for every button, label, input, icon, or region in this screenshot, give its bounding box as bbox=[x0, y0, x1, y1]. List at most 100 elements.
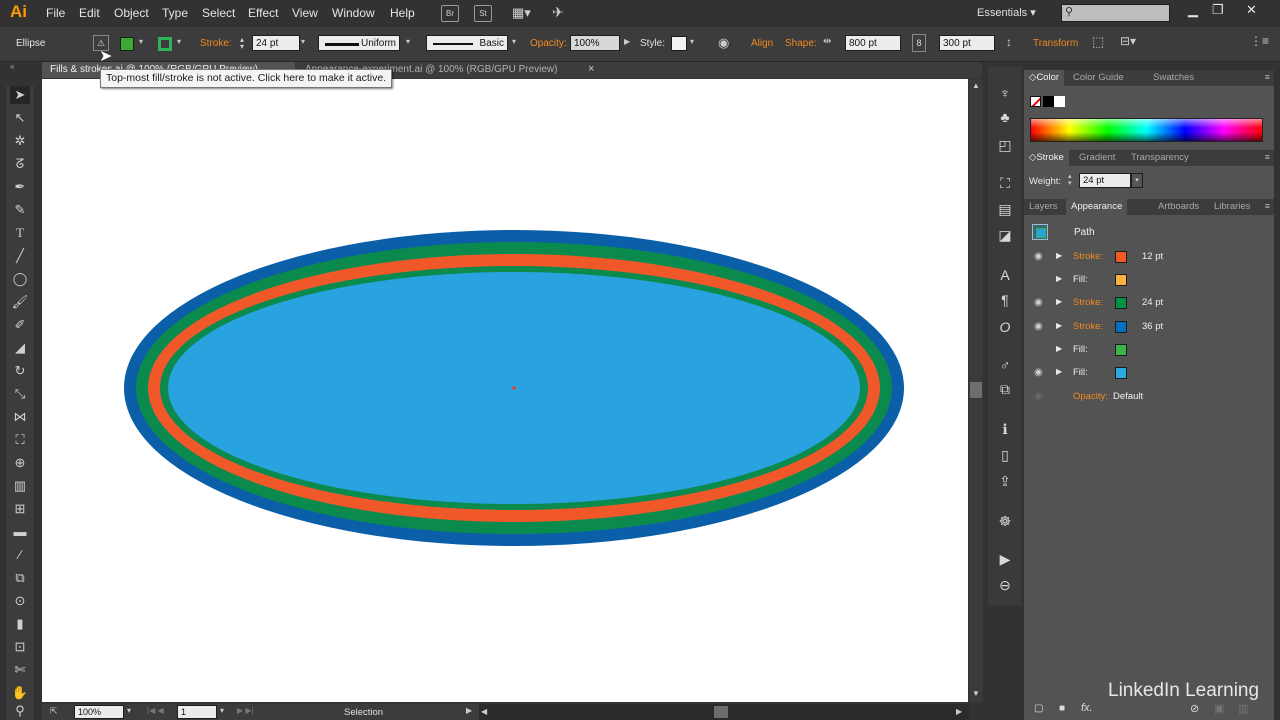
appearance-row-stroke-24[interactable]: ◉ ▶ Stroke: 24 pt bbox=[1024, 292, 1274, 314]
brushes-panel-icon[interactable]: ♆ bbox=[996, 84, 1014, 102]
artboard-number-field[interactable]: 1 bbox=[177, 705, 217, 719]
minimize-icon[interactable]: ▁ bbox=[1188, 2, 1198, 18]
add-new-fill-icon[interactable]: ■ bbox=[1059, 703, 1065, 714]
style-dropdown-icon[interactable]: ▾ bbox=[690, 37, 694, 46]
links-panel-icon[interactable]: ⧉ bbox=[996, 380, 1014, 398]
none-swatch[interactable] bbox=[1030, 96, 1041, 107]
align-link[interactable]: Align bbox=[751, 38, 773, 49]
variable-width-profile[interactable]: Uniform bbox=[318, 35, 400, 51]
gpu-performance-icon[interactable]: ✈ bbox=[552, 4, 564, 21]
shape-builder-tool-icon[interactable]: ⊕ bbox=[10, 454, 30, 472]
toolbar-collapse-icon[interactable]: « bbox=[10, 62, 14, 71]
align-options-icon[interactable]: ⊟▾ bbox=[1120, 34, 1136, 48]
pen-tool-icon[interactable]: ✒ bbox=[10, 178, 30, 196]
attribute-label[interactable]: Stroke: bbox=[1073, 297, 1103, 308]
weight-dropdown-icon[interactable]: ▾ bbox=[1131, 173, 1143, 188]
line-tool-icon[interactable]: ╱ bbox=[10, 247, 30, 265]
menu-select[interactable]: Select bbox=[202, 6, 235, 20]
status-menu-icon[interactable]: ▶ bbox=[466, 706, 472, 715]
attribute-label[interactable]: Fill: bbox=[1073, 344, 1088, 355]
expand-triangle-icon[interactable]: ▶ bbox=[1056, 274, 1062, 283]
attribute-value[interactable]: 24 pt bbox=[1142, 297, 1163, 308]
visibility-eye-icon[interactable]: ◉ bbox=[1034, 321, 1043, 332]
expand-triangle-icon[interactable]: ▶ bbox=[1056, 321, 1062, 330]
shape-width-field[interactable]: 800 pt bbox=[845, 35, 901, 51]
type-tool-icon[interactable]: T bbox=[10, 224, 30, 242]
eraser-tool-icon[interactable]: ◢ bbox=[10, 339, 30, 357]
control-menu-icon[interactable]: ⋮≡ bbox=[1250, 34, 1269, 48]
opacity-arrow-icon[interactable]: ▶ bbox=[624, 37, 630, 46]
navigator-panel-icon[interactable]: ☸ bbox=[996, 512, 1014, 530]
search-input[interactable]: ⚲ bbox=[1061, 4, 1170, 22]
attribute-value[interactable]: 12 pt bbox=[1142, 251, 1163, 262]
close-tab-icon[interactable]: × bbox=[588, 63, 594, 75]
scroll-left-icon[interactable]: ◀ bbox=[481, 707, 487, 716]
stroke-weight-field[interactable]: 24 pt bbox=[252, 35, 300, 51]
attribute-swatch[interactable] bbox=[1115, 344, 1127, 356]
stroke-panel-menu-icon[interactable]: ≡ bbox=[1265, 152, 1270, 162]
restore-icon[interactable]: ❐ bbox=[1212, 2, 1224, 18]
rotate-tool-icon[interactable]: ↻ bbox=[10, 362, 30, 380]
menu-view[interactable]: View bbox=[292, 6, 318, 20]
lasso-tool-icon[interactable]: ᘔ bbox=[10, 155, 30, 173]
color-panel-menu-icon[interactable]: ≡ bbox=[1265, 72, 1270, 82]
stroke-weight-dropdown-icon[interactable]: ▾ bbox=[301, 37, 305, 46]
weight-field[interactable]: 24 pt bbox=[1079, 173, 1131, 188]
stock-button[interactable]: St bbox=[474, 5, 492, 22]
menu-file[interactable]: File bbox=[46, 6, 65, 20]
zoom-dropdown-icon[interactable]: ▾ bbox=[127, 706, 131, 715]
links-chain-icon[interactable]: ⊖ bbox=[996, 576, 1014, 594]
scale-tool-icon[interactable]: ⤡ bbox=[10, 385, 30, 403]
symbol-sprayer-tool-icon[interactable]: ⊙ bbox=[10, 592, 30, 610]
appearance-row-fill-orange[interactable]: ▶ Fill: bbox=[1024, 269, 1274, 291]
attribute-label[interactable]: Fill: bbox=[1073, 274, 1088, 285]
recolor-artwork-icon[interactable]: ◉ bbox=[718, 35, 729, 51]
appearance-row-stroke-36[interactable]: ◉ ▶ Stroke: 36 pt bbox=[1024, 316, 1274, 338]
artboard-tool-icon[interactable]: ⊡ bbox=[10, 638, 30, 656]
tab-libraries[interactable]: Libraries bbox=[1209, 199, 1255, 215]
horizontal-scroll-thumb[interactable] bbox=[714, 706, 728, 718]
opacity-field[interactable]: 100% bbox=[570, 35, 620, 51]
first-artboard-icon[interactable]: |◀ ◀ bbox=[147, 706, 164, 715]
menu-effect[interactable]: Effect bbox=[248, 6, 278, 20]
gradient-tool-icon[interactable]: ▬ bbox=[10, 523, 30, 541]
tab-transparency[interactable]: Transparency bbox=[1126, 150, 1194, 166]
white-swatch[interactable] bbox=[1054, 96, 1065, 107]
scroll-right-icon[interactable]: ▶ bbox=[956, 707, 962, 716]
perspective-grid-tool-icon[interactable]: ▥ bbox=[10, 477, 30, 495]
document-info-panel-icon[interactable]: ▯ bbox=[996, 446, 1014, 464]
curvature-tool-icon[interactable]: ✎ bbox=[10, 201, 30, 219]
attribute-label[interactable]: Fill: bbox=[1073, 367, 1088, 378]
hand-tool-icon[interactable]: ✋ bbox=[10, 684, 30, 702]
stroke-stepper-icon[interactable]: ▴ ▾ bbox=[240, 36, 244, 51]
menu-help[interactable]: Help bbox=[390, 6, 415, 20]
attribute-swatch[interactable] bbox=[1115, 321, 1127, 333]
opentype-panel-icon[interactable]: O bbox=[996, 318, 1014, 336]
opacity-row-label[interactable]: Opacity: bbox=[1073, 391, 1108, 402]
graphic-style-swatch[interactable] bbox=[671, 36, 687, 51]
menu-object[interactable]: Object bbox=[114, 6, 149, 20]
profile-dropdown-icon[interactable]: ▾ bbox=[406, 37, 410, 46]
stroke-dropdown-icon[interactable]: ▾ bbox=[177, 37, 181, 46]
opacity-label[interactable]: Opacity: bbox=[530, 38, 567, 49]
tab-layers[interactable]: Layers bbox=[1024, 199, 1063, 215]
menu-window[interactable]: Window bbox=[332, 6, 375, 20]
attribute-swatch[interactable] bbox=[1115, 297, 1127, 309]
bridge-button[interactable]: Br bbox=[441, 5, 459, 22]
expand-triangle-icon[interactable]: ▶ bbox=[1056, 251, 1062, 260]
eyedropper-tool-icon[interactable]: ⁄ bbox=[10, 546, 30, 564]
clear-appearance-icon[interactable]: ⊘ bbox=[1190, 702, 1199, 715]
horizontal-scrollbar[interactable]: ◀ ▶ bbox=[479, 704, 969, 720]
appearance-row-opacity[interactable]: ◉ Opacity: Default bbox=[1024, 386, 1274, 408]
attribute-swatch[interactable] bbox=[1115, 274, 1127, 286]
expand-triangle-icon[interactable]: ▶ bbox=[1056, 344, 1062, 353]
tab-color[interactable]: ◇Color bbox=[1024, 70, 1065, 86]
width-tool-icon[interactable]: ⋈ bbox=[10, 408, 30, 426]
magic-wand-tool-icon[interactable]: ✲ bbox=[10, 132, 30, 150]
free-transform-tool-icon[interactable]: ⛶ bbox=[10, 431, 30, 449]
tab-gradient[interactable]: Gradient bbox=[1074, 150, 1120, 166]
blob-brush-tool-icon[interactable]: ✐ bbox=[10, 316, 30, 334]
image-trace-panel-icon[interactable]: ♂ bbox=[996, 356, 1014, 374]
direct-selection-tool-icon[interactable]: ↖ bbox=[10, 109, 30, 127]
constrain-link-icon[interactable]: 8 bbox=[912, 34, 926, 52]
